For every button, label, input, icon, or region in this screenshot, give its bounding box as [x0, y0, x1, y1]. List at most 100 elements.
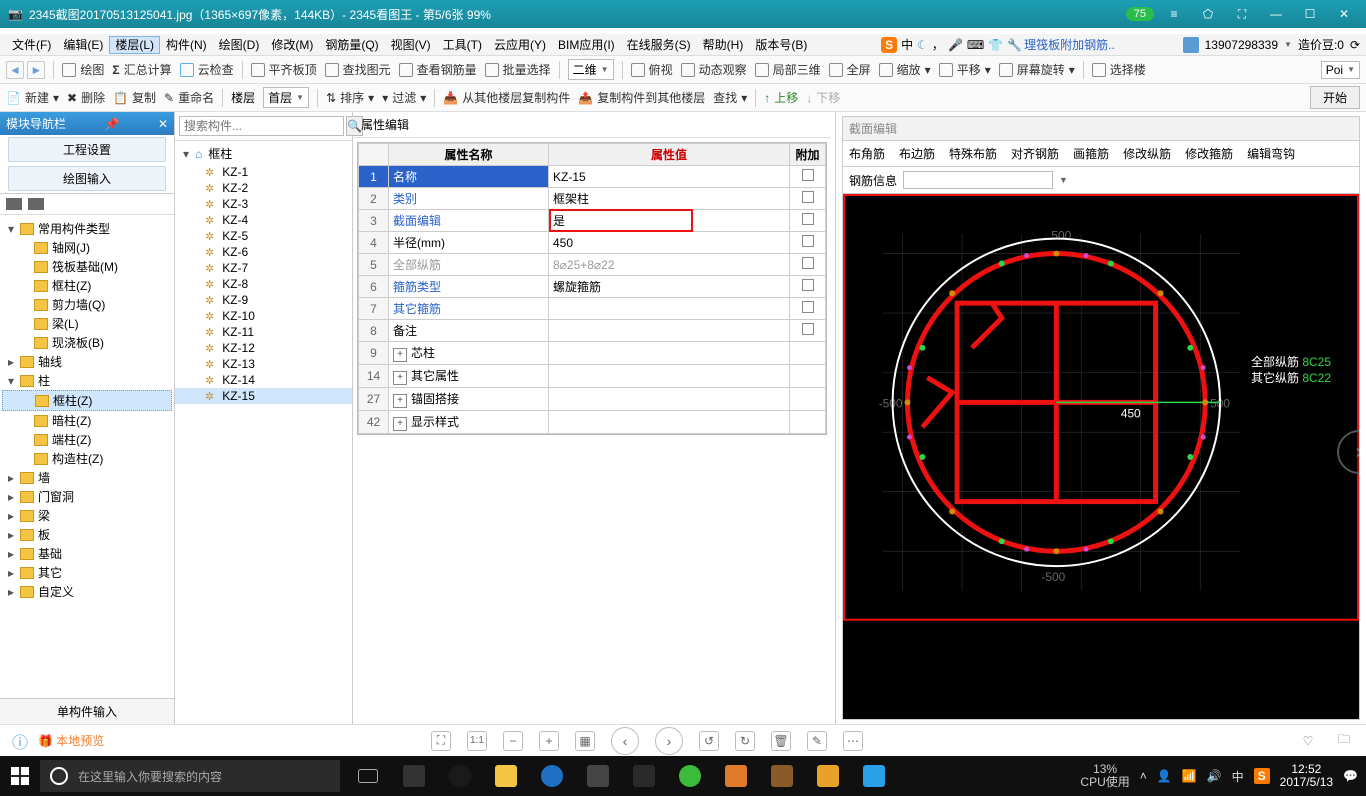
tray-network-icon[interactable]: 📶	[1182, 769, 1197, 783]
kz-item[interactable]: ✲KZ-3	[175, 196, 352, 212]
section-tab[interactable]: 特殊布筋	[949, 145, 997, 162]
prop-row[interactable]: 6箍筋类型螺旋箍筋	[359, 276, 826, 298]
kz-item[interactable]: ✲KZ-15	[175, 388, 352, 404]
draw-input-button[interactable]: 绘图输入	[8, 166, 166, 191]
pan-button[interactable]: 平移 ▾	[939, 61, 991, 78]
section-tab[interactable]: 布边筋	[899, 145, 935, 162]
back-button[interactable]: ◄	[6, 61, 24, 79]
tree-item[interactable]: 剪力墙(Q)	[2, 295, 172, 314]
zoom-in-icon[interactable]: +	[539, 731, 559, 751]
taskview-icon[interactable]	[346, 756, 390, 796]
kz-item[interactable]: ✲KZ-5	[175, 228, 352, 244]
menu-icon[interactable]: ≡	[1160, 7, 1188, 21]
menu-3[interactable]: 构件(N)	[160, 36, 213, 54]
prop-row[interactable]: 9+芯柱	[359, 342, 826, 365]
tree-item[interactable]: 筏板基础(M)	[2, 257, 172, 276]
open-folder-icon[interactable]: 🗀	[1334, 731, 1354, 751]
rebar-info-input[interactable]	[903, 171, 1053, 189]
tree-item[interactable]: ▸板	[2, 525, 172, 544]
section-tab[interactable]: 画箍筋	[1073, 145, 1109, 162]
prop-row[interactable]: 42+显示样式	[359, 411, 826, 434]
minimize-icon[interactable]: —	[1262, 7, 1290, 21]
tree-item[interactable]: 梁(L)	[2, 314, 172, 333]
fullscreen-icon[interactable]: ⛶	[1228, 7, 1256, 22]
local3d-button[interactable]: 局部三维	[755, 61, 821, 78]
menu-0[interactable]: 文件(F)	[6, 36, 57, 54]
tray-clock[interactable]: 12:522017/5/13	[1280, 763, 1333, 789]
section-tab[interactable]: 布角筋	[849, 145, 885, 162]
app-9[interactable]	[806, 756, 850, 796]
app-camera[interactable]	[576, 756, 620, 796]
kz-item[interactable]: ✲KZ-7	[175, 260, 352, 276]
trash-icon[interactable]: 🗑	[771, 731, 791, 751]
tree-item[interactable]: ▸梁	[2, 506, 172, 525]
menu-12[interactable]: 帮助(H)	[697, 36, 750, 54]
tree-item[interactable]: ▾常用构件类型	[2, 219, 172, 238]
toggle-a-icon[interactable]	[6, 198, 22, 210]
kz-item[interactable]: ✲KZ-11	[175, 324, 352, 340]
screenspin-button[interactable]: 屏幕旋转 ▾	[999, 61, 1075, 78]
search-input[interactable]	[179, 116, 344, 136]
section-tab[interactable]: 对齐钢筋	[1011, 145, 1059, 162]
favorite-icon[interactable]: ♡	[1298, 731, 1318, 751]
kz-item[interactable]: ✲KZ-14	[175, 372, 352, 388]
tree-item[interactable]: ▸门窗洞	[2, 487, 172, 506]
tree-item[interactable]: 构造柱(Z)	[2, 449, 172, 468]
menu-4[interactable]: 绘图(D)	[213, 36, 266, 54]
app-fileexplorer[interactable]	[484, 756, 528, 796]
zoom-out-icon[interactable]: −	[503, 731, 523, 751]
kz-item[interactable]: ✲KZ-4	[175, 212, 352, 228]
info-icon[interactable]: ⓘ	[12, 729, 28, 753]
next-image-button[interactable]: ›	[655, 727, 683, 755]
menu-8[interactable]: 工具(T)	[437, 36, 488, 54]
overhead-button[interactable]: 俯视	[631, 61, 673, 78]
dock-pin-icon[interactable]: 📌	[105, 117, 120, 131]
dynview-button[interactable]: 动态观察	[681, 61, 747, 78]
project-settings-button[interactable]: 工程设置	[8, 137, 166, 162]
menu-2[interactable]: 楼层(L)	[109, 36, 160, 54]
tray-volume-icon[interactable]: 🔊	[1207, 769, 1222, 783]
dock-footer[interactable]: 单构件输入	[0, 698, 174, 724]
rotate-left-icon[interactable]: ↺	[699, 731, 719, 751]
kz-item[interactable]: ✲KZ-13	[175, 356, 352, 372]
edit-image-icon[interactable]: ✎	[807, 731, 827, 751]
kz-item[interactable]: ✲KZ-6	[175, 244, 352, 260]
toggle-b-icon[interactable]	[28, 198, 44, 210]
delete-button[interactable]: ✖ 删除	[67, 89, 105, 106]
fullscreen-button[interactable]: 全屏	[829, 61, 871, 78]
app-10[interactable]	[852, 756, 896, 796]
menu-6[interactable]: 钢筋量(Q)	[319, 36, 384, 54]
app-edge[interactable]	[530, 756, 574, 796]
rename-button[interactable]: ✎ 重命名	[164, 89, 214, 106]
sumcalc-button[interactable]: Σ 汇总计算	[112, 61, 171, 78]
pin-icon[interactable]: ⬠	[1194, 7, 1222, 21]
tree-item[interactable]: 轴网(J)	[2, 238, 172, 257]
more-icon[interactable]: ⋯	[843, 731, 863, 751]
findelem-button[interactable]: 查找图元	[325, 61, 391, 78]
tray-up-icon[interactable]: ˄	[1140, 769, 1147, 783]
prop-row[interactable]: 27+锚固搭接	[359, 388, 826, 411]
prop-row[interactable]: 2类别框架柱	[359, 188, 826, 210]
tree-item[interactable]: 框柱(Z)	[2, 390, 172, 411]
cloudcheck-button[interactable]: 云检查	[180, 61, 234, 78]
batchsel-button[interactable]: 批量选择	[485, 61, 551, 78]
tree-item[interactable]: 现浇板(B)	[2, 333, 172, 352]
close-icon[interactable]: ✕	[1330, 7, 1358, 21]
actual-size-icon[interactable]: ⛶	[431, 731, 451, 751]
zoom-button[interactable]: 缩放 ▾	[879, 61, 931, 78]
start-button-win[interactable]	[0, 756, 40, 796]
prop-row[interactable]: 1名称KZ-15	[359, 166, 826, 188]
checkbar-button[interactable]: 查看钢筋量	[399, 61, 477, 78]
slideshow-icon[interactable]: ▦	[575, 731, 595, 751]
tree-item[interactable]: ▾柱	[2, 371, 172, 390]
tree-item[interactable]: 暗柱(Z)	[2, 411, 172, 430]
menu-13[interactable]: 版本号(B)	[749, 36, 813, 54]
module-tree[interactable]: ▾常用构件类型轴网(J)筏板基础(M) 框柱(Z) 剪力墙(Q)梁(L)现浇板(B)…	[0, 215, 174, 698]
find-button[interactable]: 查找 ▾	[713, 89, 747, 106]
dock-close-icon[interactable]: ✕	[158, 117, 168, 131]
app-1[interactable]	[392, 756, 436, 796]
copy-button[interactable]: 📋 复制	[113, 89, 156, 106]
prev-image-button[interactable]: ‹	[611, 727, 639, 755]
tray-people-icon[interactable]: 👤	[1157, 769, 1172, 783]
menu-7[interactable]: 视图(V)	[385, 36, 437, 54]
